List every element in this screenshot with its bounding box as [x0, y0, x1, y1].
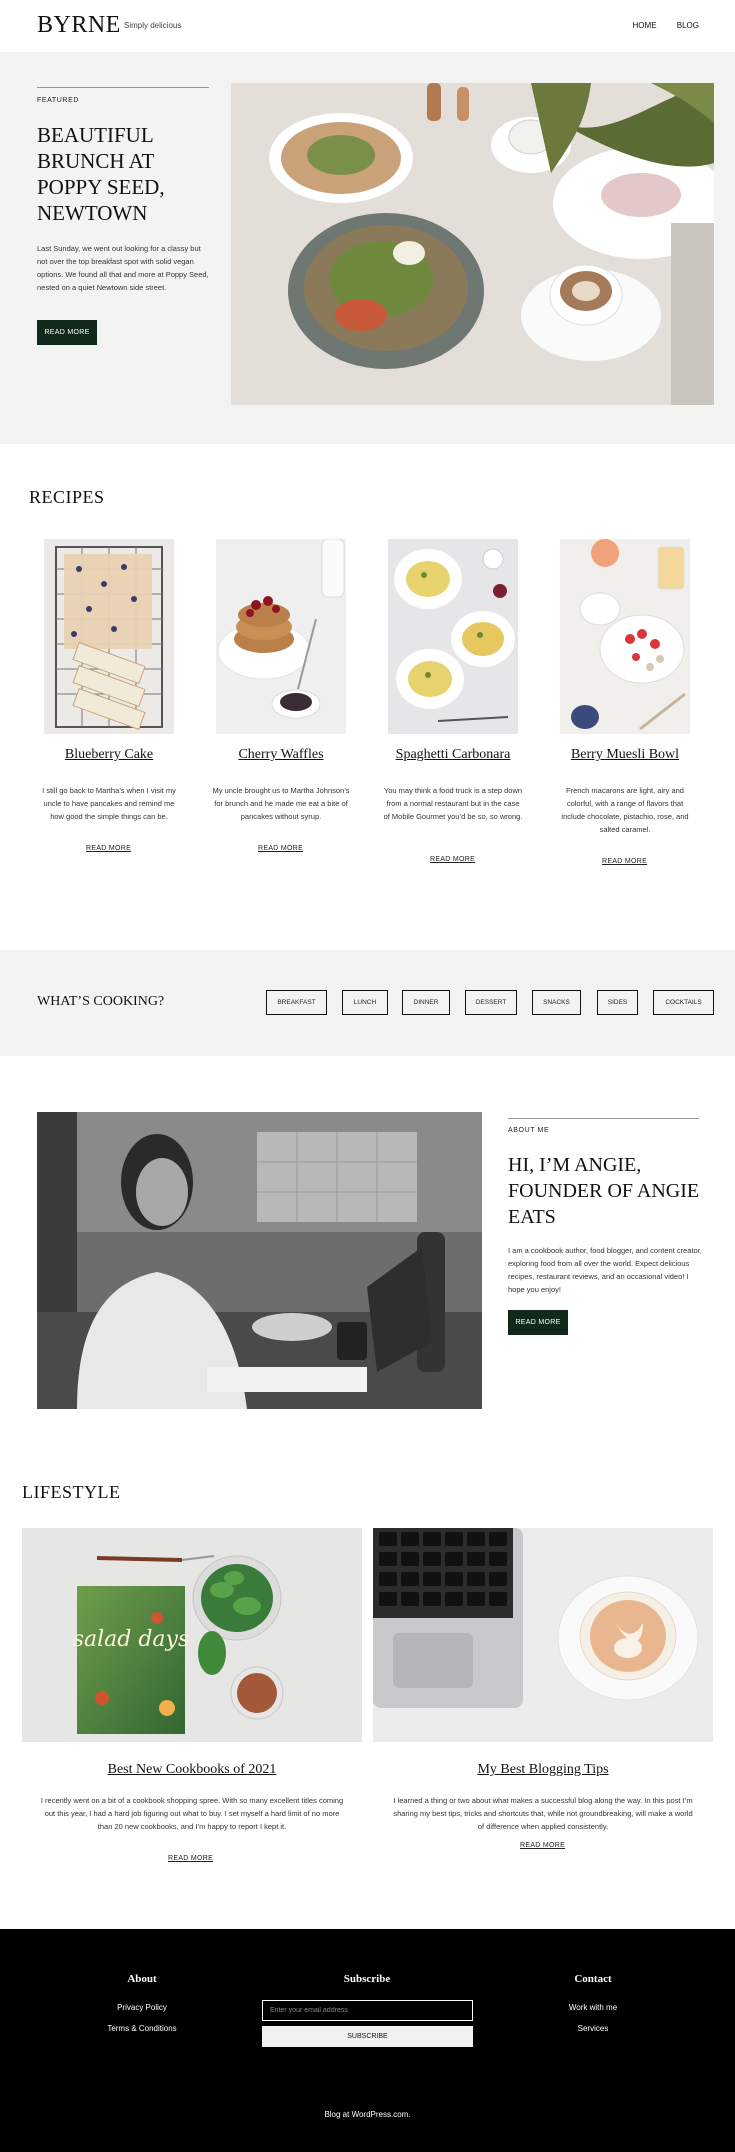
- recipe-read-more-link[interactable]: READ MORE: [430, 856, 475, 863]
- tag-cocktails[interactable]: COCKTAILS: [653, 990, 714, 1015]
- lifestyle-heading: LIFESTYLE: [22, 1482, 121, 1502]
- divider: [37, 87, 209, 88]
- nav-home[interactable]: HOME: [633, 21, 657, 30]
- about-label: ABOUT ME: [508, 1127, 550, 1134]
- subscribe-button[interactable]: SUBSCRIBE: [262, 2026, 473, 2047]
- berry-muesli-bowl-photo[interactable]: [560, 539, 690, 734]
- footer-contact-heading: Contact: [574, 1973, 612, 1985]
- about-text: I am a cookbook author, food blogger, an…: [508, 1246, 702, 1294]
- author-photo: [37, 1112, 482, 1409]
- cookbooks-photo[interactable]: salad days: [22, 1528, 362, 1742]
- categories-heading: WHAT’S COOKING?: [37, 994, 165, 1009]
- tag-dessert[interactable]: DESSERT: [465, 990, 517, 1015]
- spaghetti-carbonara-photo[interactable]: [388, 539, 518, 734]
- privacy-policy-link[interactable]: Privacy Policy: [72, 2003, 212, 2012]
- recipe-read-more-link[interactable]: READ MORE: [258, 845, 303, 852]
- book-cover-text: salad days: [73, 1627, 190, 1652]
- site-logo[interactable]: BYRNE: [37, 12, 121, 39]
- recipe-excerpt: My uncle brought us to Martha Johnson’s …: [212, 786, 350, 821]
- footer-subscribe-heading: Subscribe: [343, 1973, 391, 1985]
- post-read-more-link[interactable]: READ MORE: [168, 1855, 213, 1862]
- post-read-more-link[interactable]: READ MORE: [520, 1842, 565, 1849]
- post-excerpt: I learned a thing or two about what make…: [393, 1796, 693, 1831]
- post-title[interactable]: My Best Blogging Tips: [373, 1762, 713, 1778]
- about-title: HI, I’M ANGIE, FOUNDER OF ANGIE EATS: [508, 1154, 700, 1228]
- main-nav: HOME BLOG: [615, 21, 699, 30]
- recipe-title[interactable]: Cherry Waffles: [194, 747, 368, 763]
- recipe-excerpt: You may think a food truck is a step dow…: [383, 786, 523, 821]
- recipe-excerpt: French macarons are light, airy and colo…: [561, 786, 689, 834]
- recipe-title[interactable]: Blueberry Cake: [22, 747, 196, 763]
- featured-excerpt: Last Sunday, we went out looking for a c…: [37, 244, 209, 292]
- recipe-read-more-link[interactable]: READ MORE: [602, 858, 647, 865]
- tag-snacks[interactable]: SNACKS: [532, 990, 581, 1015]
- about-read-more-button[interactable]: READ MORE: [508, 1310, 568, 1335]
- tag-lunch[interactable]: LUNCH: [342, 990, 388, 1015]
- blueberry-cake-photo[interactable]: [44, 539, 174, 734]
- tag-sides[interactable]: SIDES: [597, 990, 638, 1015]
- recipe-title[interactable]: Spaghetti Carbonara: [366, 747, 540, 763]
- terms-link[interactable]: Terms & Conditions: [72, 2024, 212, 2033]
- cherry-waffles-photo[interactable]: [216, 539, 346, 734]
- post-excerpt: I recently went on a bit of a cookbook s…: [40, 1796, 344, 1831]
- tag-breakfast[interactable]: BREAKFAST: [266, 990, 327, 1015]
- categories-section: WHAT’S COOKING? BREAKFAST LUNCH DINNER D…: [0, 950, 735, 1056]
- services-link[interactable]: Services: [523, 2024, 663, 2033]
- featured-read-more-button[interactable]: READ MORE: [37, 320, 97, 345]
- featured-section: FEATURED BEAUTIFUL BRUNCH AT POPPY SEED,…: [0, 52, 735, 444]
- divider: [508, 1118, 699, 1119]
- featured-label: FEATURED: [37, 97, 80, 104]
- post-title[interactable]: Best New Cookbooks of 2021: [22, 1762, 362, 1778]
- footer-about-heading: About: [127, 1973, 157, 1985]
- recipe-title[interactable]: Berry Muesli Bowl: [538, 747, 712, 763]
- site-footer: About Privacy Policy Terms & Conditions …: [0, 1929, 735, 2152]
- site-header: BYRNE Simply delicious HOME BLOG: [0, 0, 735, 52]
- recipe-excerpt: I still go back to Martha’s when I visit…: [42, 786, 176, 821]
- site-tagline: Simply delicious: [124, 21, 182, 30]
- footer-credit[interactable]: Blog at WordPress.com.: [0, 2110, 735, 2119]
- recipes-heading: RECIPES: [29, 487, 105, 507]
- work-with-me-link[interactable]: Work with me: [523, 2003, 663, 2012]
- email-input[interactable]: [262, 2000, 473, 2021]
- tag-dinner[interactable]: DINNER: [402, 990, 450, 1015]
- nav-blog[interactable]: BLOG: [677, 21, 699, 30]
- blogging-photo[interactable]: [373, 1528, 713, 1742]
- recipe-read-more-link[interactable]: READ MORE: [86, 845, 131, 852]
- featured-title[interactable]: BEAUTIFUL BRUNCH AT POPPY SEED, NEWTOWN: [37, 122, 217, 226]
- brunch-photo[interactable]: [231, 83, 714, 405]
